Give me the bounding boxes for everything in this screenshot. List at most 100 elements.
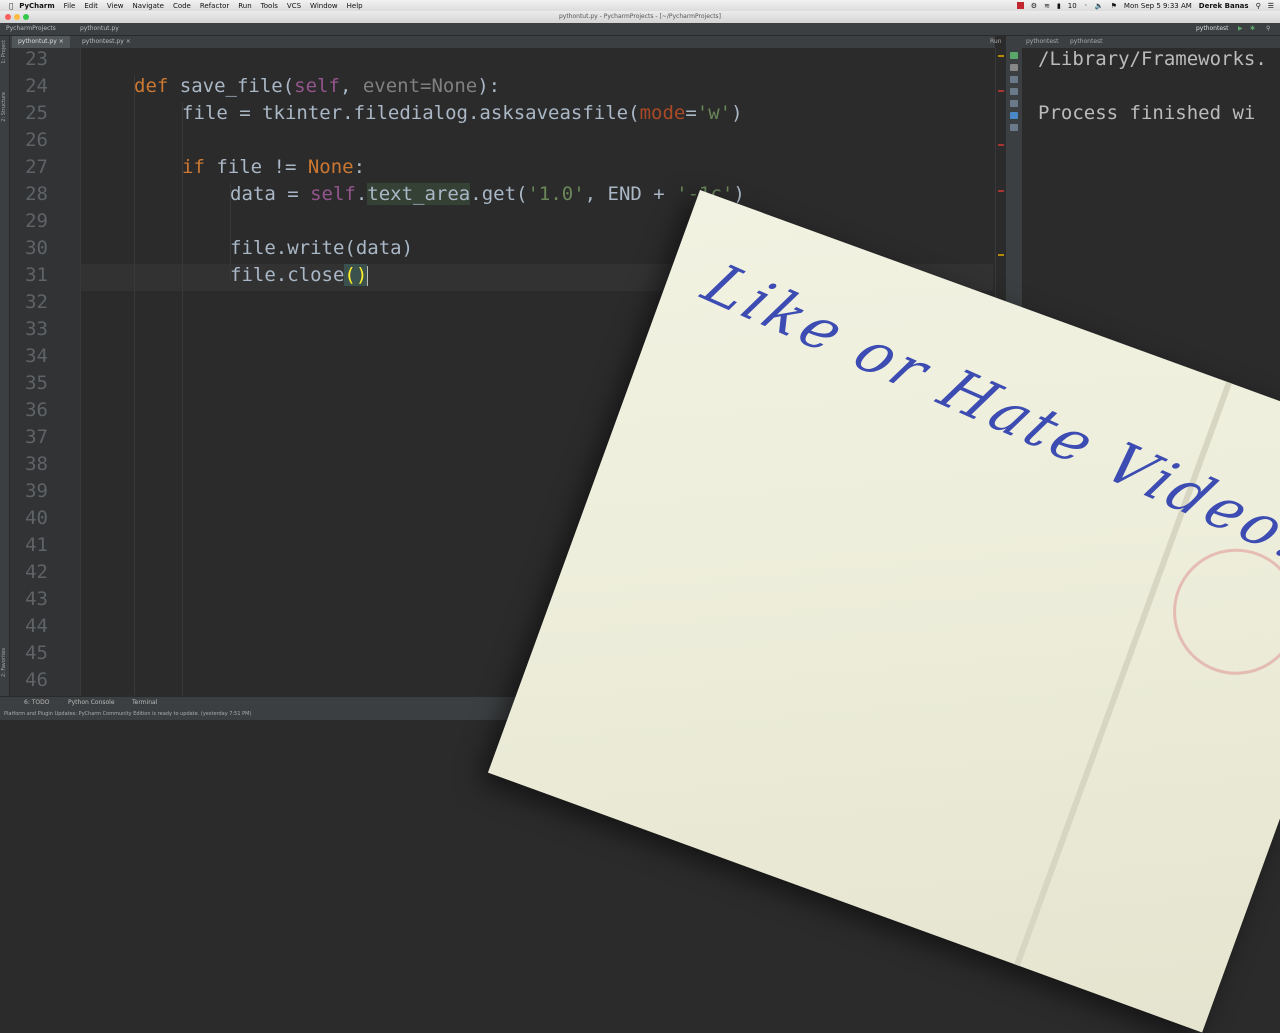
window-title-bar: pythontut.py - PycharmProjects - [~/Pych…: [0, 11, 1280, 23]
line-number[interactable]: 23: [10, 48, 48, 70]
wifi-icon[interactable]: ≋: [1044, 2, 1050, 10]
menu-refactor[interactable]: Refactor: [200, 2, 229, 10]
line-number[interactable]: 43: [10, 588, 48, 610]
console-line-3: Process finished wi: [1038, 102, 1256, 124]
indent-guide: [134, 75, 135, 695]
notifications-icon[interactable]: ☰: [1268, 2, 1274, 10]
menu-help[interactable]: Help: [347, 2, 363, 10]
line-number[interactable]: 44: [10, 615, 48, 637]
close-tab-icon[interactable]: ×: [59, 38, 64, 45]
code-line-25: file = tkinter.filedialog.asksaveasfile(…: [182, 102, 743, 124]
menu-navigate[interactable]: Navigate: [133, 2, 164, 10]
line-number[interactable]: 30: [10, 237, 48, 259]
run-config-select[interactable]: pythontest: [1196, 23, 1229, 35]
minimize-window-button[interactable]: [14, 14, 20, 20]
print-icon[interactable]: [1010, 100, 1018, 107]
line-number[interactable]: 27: [10, 156, 48, 178]
line-number[interactable]: 36: [10, 399, 48, 421]
menu-vcs[interactable]: VCS: [287, 2, 301, 10]
close-window-button[interactable]: [5, 14, 11, 20]
line-number[interactable]: 39: [10, 480, 48, 502]
line-number[interactable]: 28: [10, 183, 48, 205]
line-number[interactable]: 29: [10, 210, 48, 232]
breadcrumb-file[interactable]: pythontut.py: [80, 23, 119, 35]
line-number[interactable]: 45: [10, 642, 48, 664]
navigation-bar: PycharmProjects pythontut.py pythontest …: [0, 23, 1280, 36]
warning-marker[interactable]: [998, 254, 1004, 256]
menu-run[interactable]: Run: [238, 2, 251, 10]
spotlight-icon[interactable]: ⚲: [1256, 2, 1261, 10]
code-line-28: data = self.text_area.get('1.0', END + '…: [230, 183, 745, 205]
line-number[interactable]: 41: [10, 534, 48, 556]
warning-marker[interactable]: [998, 55, 1004, 57]
status-message[interactable]: Platform and Plugin Updates: PyCharm Com…: [4, 708, 251, 720]
volume-icon[interactable]: 🔈: [1095, 2, 1104, 10]
zoom-window-button[interactable]: [23, 14, 29, 20]
tool-window-structure[interactable]: 2: Structure: [1, 92, 7, 122]
console-line-1: /Library/Frameworks.: [1038, 48, 1267, 70]
line-number[interactable]: 25: [10, 102, 48, 124]
app-menu[interactable]: PyCharm: [19, 2, 54, 10]
menu-edit[interactable]: Edit: [84, 2, 98, 10]
tool-window-project[interactable]: 1: Project: [1, 40, 7, 64]
run-tab-2[interactable]: pythontest: [1070, 36, 1103, 48]
stop-icon[interactable]: [1010, 64, 1018, 71]
scroll-icon[interactable]: [1010, 76, 1018, 83]
editor-tab-bar: pythontut.py × pythontest.py ×: [0, 36, 995, 48]
error-marker[interactable]: [998, 144, 1004, 146]
gear-icon[interactable]: ⚙: [1031, 2, 1037, 10]
rerun-icon[interactable]: [1010, 52, 1018, 59]
line-number[interactable]: 46: [10, 669, 48, 691]
line-number[interactable]: 34: [10, 345, 48, 367]
line-number[interactable]: 26: [10, 129, 48, 151]
bluetooth-icon[interactable]: ᛫: [1084, 2, 1088, 10]
run-label: Run: [990, 38, 1002, 45]
battery-icon[interactable]: ▮: [1057, 2, 1061, 10]
line-number[interactable]: 42: [10, 561, 48, 583]
help-icon[interactable]: [1010, 124, 1018, 131]
run-icon[interactable]: ▶: [1238, 23, 1243, 35]
indent-guide: [182, 102, 183, 696]
macos-menu-bar:  PyCharm File Edit View Navigate Code R…: [0, 0, 1280, 11]
code-line-27: if file != None:: [182, 156, 366, 178]
user-name[interactable]: Derek Banas: [1199, 2, 1249, 10]
left-tool-strip: 1: Project 2: Structure 2: Favorites: [0, 36, 10, 696]
tool-window-favorites[interactable]: 2: Favorites: [1, 648, 7, 677]
apple-icon[interactable]: : [9, 2, 13, 10]
menu-file[interactable]: File: [64, 2, 76, 10]
line-number[interactable]: 33: [10, 318, 48, 340]
menu-tools[interactable]: Tools: [261, 2, 278, 10]
breadcrumb-project[interactable]: PycharmProjects: [6, 23, 56, 35]
code-line-30: file.write(data): [230, 237, 414, 259]
record-icon[interactable]: [1016, 2, 1024, 9]
soft-wrap-icon[interactable]: [1010, 88, 1018, 95]
battery-level: 10: [1067, 1, 1077, 10]
tab-pythontut[interactable]: pythontut.py ×: [12, 36, 70, 48]
line-number[interactable]: 37: [10, 426, 48, 448]
debug-icon[interactable]: ✱: [1250, 23, 1255, 35]
delete-icon[interactable]: [1010, 112, 1018, 119]
code-line-31: file.close(): [230, 264, 369, 286]
flag-icon[interactable]: ⚑: [1111, 2, 1117, 10]
line-number[interactable]: 24: [10, 75, 48, 97]
menu-extras: ⚙ ≋ ▮ 10 ᛫ 🔈 ⚑ Mon Sep 5 9:33 AM Derek B…: [1016, 0, 1274, 11]
line-number[interactable]: 35: [10, 372, 48, 394]
line-number-gutter[interactable]: 23 24 25 26 27 28 29 30 31 32 33 34 35 36 37 38 39 40 41 42…: [10, 48, 81, 696]
run-tab-1[interactable]: pythontest: [1026, 36, 1059, 48]
clock[interactable]: Mon Sep 5 9:33 AM: [1124, 2, 1192, 10]
line-number[interactable]: 40: [10, 507, 48, 529]
error-marker[interactable]: [998, 190, 1004, 192]
error-marker[interactable]: [998, 90, 1004, 92]
search-everywhere-icon[interactable]: ⚲: [1266, 23, 1270, 35]
window-title: pythontut.py - PycharmProjects - [~/Pych…: [558, 13, 722, 20]
run-header: Run pythontest pythontest: [990, 36, 1280, 48]
line-number[interactable]: 32: [10, 291, 48, 313]
tab-pythontest[interactable]: pythontest.py ×: [76, 36, 137, 48]
close-tab-icon[interactable]: ×: [126, 38, 131, 45]
line-number[interactable]: 31: [10, 264, 48, 286]
menu-view[interactable]: View: [107, 2, 124, 10]
line-number[interactable]: 38: [10, 453, 48, 475]
menu-window[interactable]: Window: [310, 2, 338, 10]
text-caret: [367, 265, 369, 286]
menu-code[interactable]: Code: [173, 2, 191, 10]
